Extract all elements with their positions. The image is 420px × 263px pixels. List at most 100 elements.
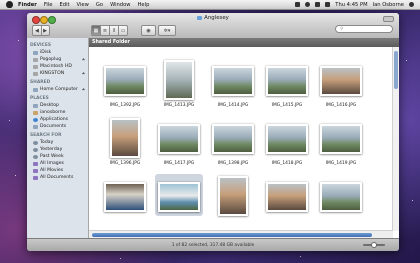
sidebar-item-label: Applications [40,117,69,122]
clock-icon [33,147,38,152]
sidebar-item[interactable]: Applications [27,116,88,123]
sidebar-item[interactable]: All Movies [27,167,88,174]
file-icon-item[interactable]: IMG_1417.JPG [153,116,205,176]
menu-finder[interactable]: Finder [18,2,37,8]
battery-icon[interactable] [325,2,331,7]
photo-thumbnail[interactable] [212,66,254,96]
coverflow-view-icon[interactable]: ▭ [119,26,127,35]
volume-icon[interactable] [315,2,321,7]
column-view-icon[interactable]: ⫴ [110,26,119,35]
file-icon-item[interactable] [153,174,205,234]
list-view-icon[interactable]: ≡ [101,26,110,35]
apple-menu-icon[interactable] [6,1,13,8]
file-icon-item[interactable] [261,174,313,234]
finder-window: Anglesey ◀ ▶ ▦ ≡ ⫴ ▭ ◉ ✲▾ ⚲ DEVICES iDisk… [27,13,399,251]
smart-folder-icon [33,175,38,180]
spotlight-icon[interactable] [409,2,414,7]
sidebar-item[interactable]: Macintosh HD [27,63,88,70]
eject-icon[interactable] [82,72,85,75]
sidebar-item[interactable]: ianosborne [27,109,88,116]
icon-view-icon[interactable]: ▦ [92,26,101,35]
photo-thumbnail[interactable] [320,124,362,154]
sidebar-item-label: Macintosh HD [40,64,72,69]
menu-go[interactable]: Go [96,2,103,8]
sidebar-item[interactable]: All Documents [27,174,88,181]
action-menu-button[interactable]: ✲▾ [158,25,176,36]
file-name-label: IMG_1396.JPG [109,161,141,166]
clock-icon [33,154,38,159]
file-icon-item[interactable]: IMG_1414.JPG [207,58,259,118]
vertical-scrollbar[interactable] [392,47,399,231]
sidebar-item[interactable]: Yesterday [27,146,88,153]
menu-file[interactable]: File [44,2,53,8]
sidebar-heading: SHARED [30,80,51,85]
quick-look-button[interactable]: ◉ [141,25,156,36]
file-icon-item[interactable]: IMG_1419.JPG [315,116,367,176]
file-icon-item[interactable]: IMG_1413.JPG [153,58,205,118]
shared-folder-header: Shared Folder [89,38,399,47]
photo-thumbnail[interactable] [320,66,362,96]
photo-thumbnail[interactable] [212,124,254,154]
window-title: Anglesey [27,15,399,21]
toolbar-toggle-button[interactable] [383,16,394,22]
menu-edit[interactable]: Edit [60,2,70,8]
back-forward-buttons[interactable]: ◀ ▶ [32,25,50,36]
photo-thumbnail[interactable] [104,182,146,212]
status-text: 1 of 82 selected, 317.48 GB available [171,242,255,248]
forward-arrow-icon[interactable]: ▶ [41,28,49,34]
file-icon-item[interactable]: IMG_1415.JPG [261,58,313,118]
menu-view[interactable]: View [77,2,89,8]
wifi-icon[interactable] [305,2,311,7]
sidebar-item[interactable]: Documents [27,123,88,130]
photo-thumbnail[interactable] [164,60,194,100]
view-mode-buttons[interactable]: ▦ ≡ ⫴ ▭ [91,25,128,36]
horizontal-scroll-thumb[interactable] [92,233,372,237]
eject-icon[interactable] [82,88,85,91]
hd-icon [33,64,38,69]
photo-thumbnail[interactable] [104,66,146,96]
sidebar-item[interactable]: Pogoplug [27,56,88,63]
photo-thumbnail[interactable] [266,182,308,212]
file-name-label: IMG_1419.JPG [325,161,357,166]
file-icon-item[interactable]: IMG_1392.JPG [99,58,151,118]
file-icon-item[interactable]: IMG_1396.JPG [99,116,151,176]
file-icon-item[interactable] [99,174,151,234]
photo-thumbnail[interactable] [266,124,308,154]
sidebar-item-label: All Images [40,161,64,166]
photo-thumbnail[interactable] [320,182,362,212]
file-name-label: IMG_1413.JPG [163,103,195,108]
menu-window[interactable]: Window [110,2,130,8]
sidebar-item[interactable]: Home Computer [27,86,88,93]
sidebar-item[interactable]: iDisk [27,49,88,56]
vertical-scroll-thumb[interactable] [394,51,398,89]
clock-icon [33,140,38,145]
eject-icon[interactable] [82,58,85,61]
sidebar-item[interactable]: All Images [27,160,88,167]
photo-thumbnail[interactable] [158,182,200,212]
photo-thumbnail[interactable] [218,176,248,216]
back-arrow-icon[interactable]: ◀ [33,28,41,34]
menu-clock[interactable]: Thu 4:45 PM [335,2,367,8]
file-icon-item[interactable]: IMG_1416.JPG [315,58,367,118]
search-icon: ⚲ [340,26,344,32]
file-icon-item[interactable]: IMG_1398.JPG [207,116,259,176]
sidebar-item[interactable]: Desktop [27,102,88,109]
file-name-label: IMG_1414.JPG [217,103,249,108]
sidebar-item[interactable]: Past Week [27,153,88,160]
search-input[interactable]: ⚲ [335,25,393,33]
file-icon-item[interactable] [315,174,367,234]
menu-user[interactable]: Ian Osborne [373,2,404,8]
photo-thumbnail[interactable] [266,66,308,96]
sidebar-item[interactable]: Today [27,139,88,146]
file-icon-item[interactable]: IMG_1418.JPG [261,116,313,176]
menu-help[interactable]: Help [138,2,150,8]
icon-size-slider-knob[interactable] [371,242,377,248]
file-icon-item[interactable] [207,174,259,234]
smart-folder-icon [33,168,38,173]
photo-thumbnail[interactable] [110,118,140,158]
file-name-label: IMG_1417.JPG [163,161,195,166]
time-machine-icon[interactable] [295,2,301,7]
window-titlebar[interactable]: Anglesey ◀ ▶ ▦ ≡ ⫴ ▭ ◉ ✲▾ ⚲ [27,13,399,39]
photo-thumbnail[interactable] [158,124,200,154]
sidebar-item[interactable]: KINGSTON [27,70,88,77]
